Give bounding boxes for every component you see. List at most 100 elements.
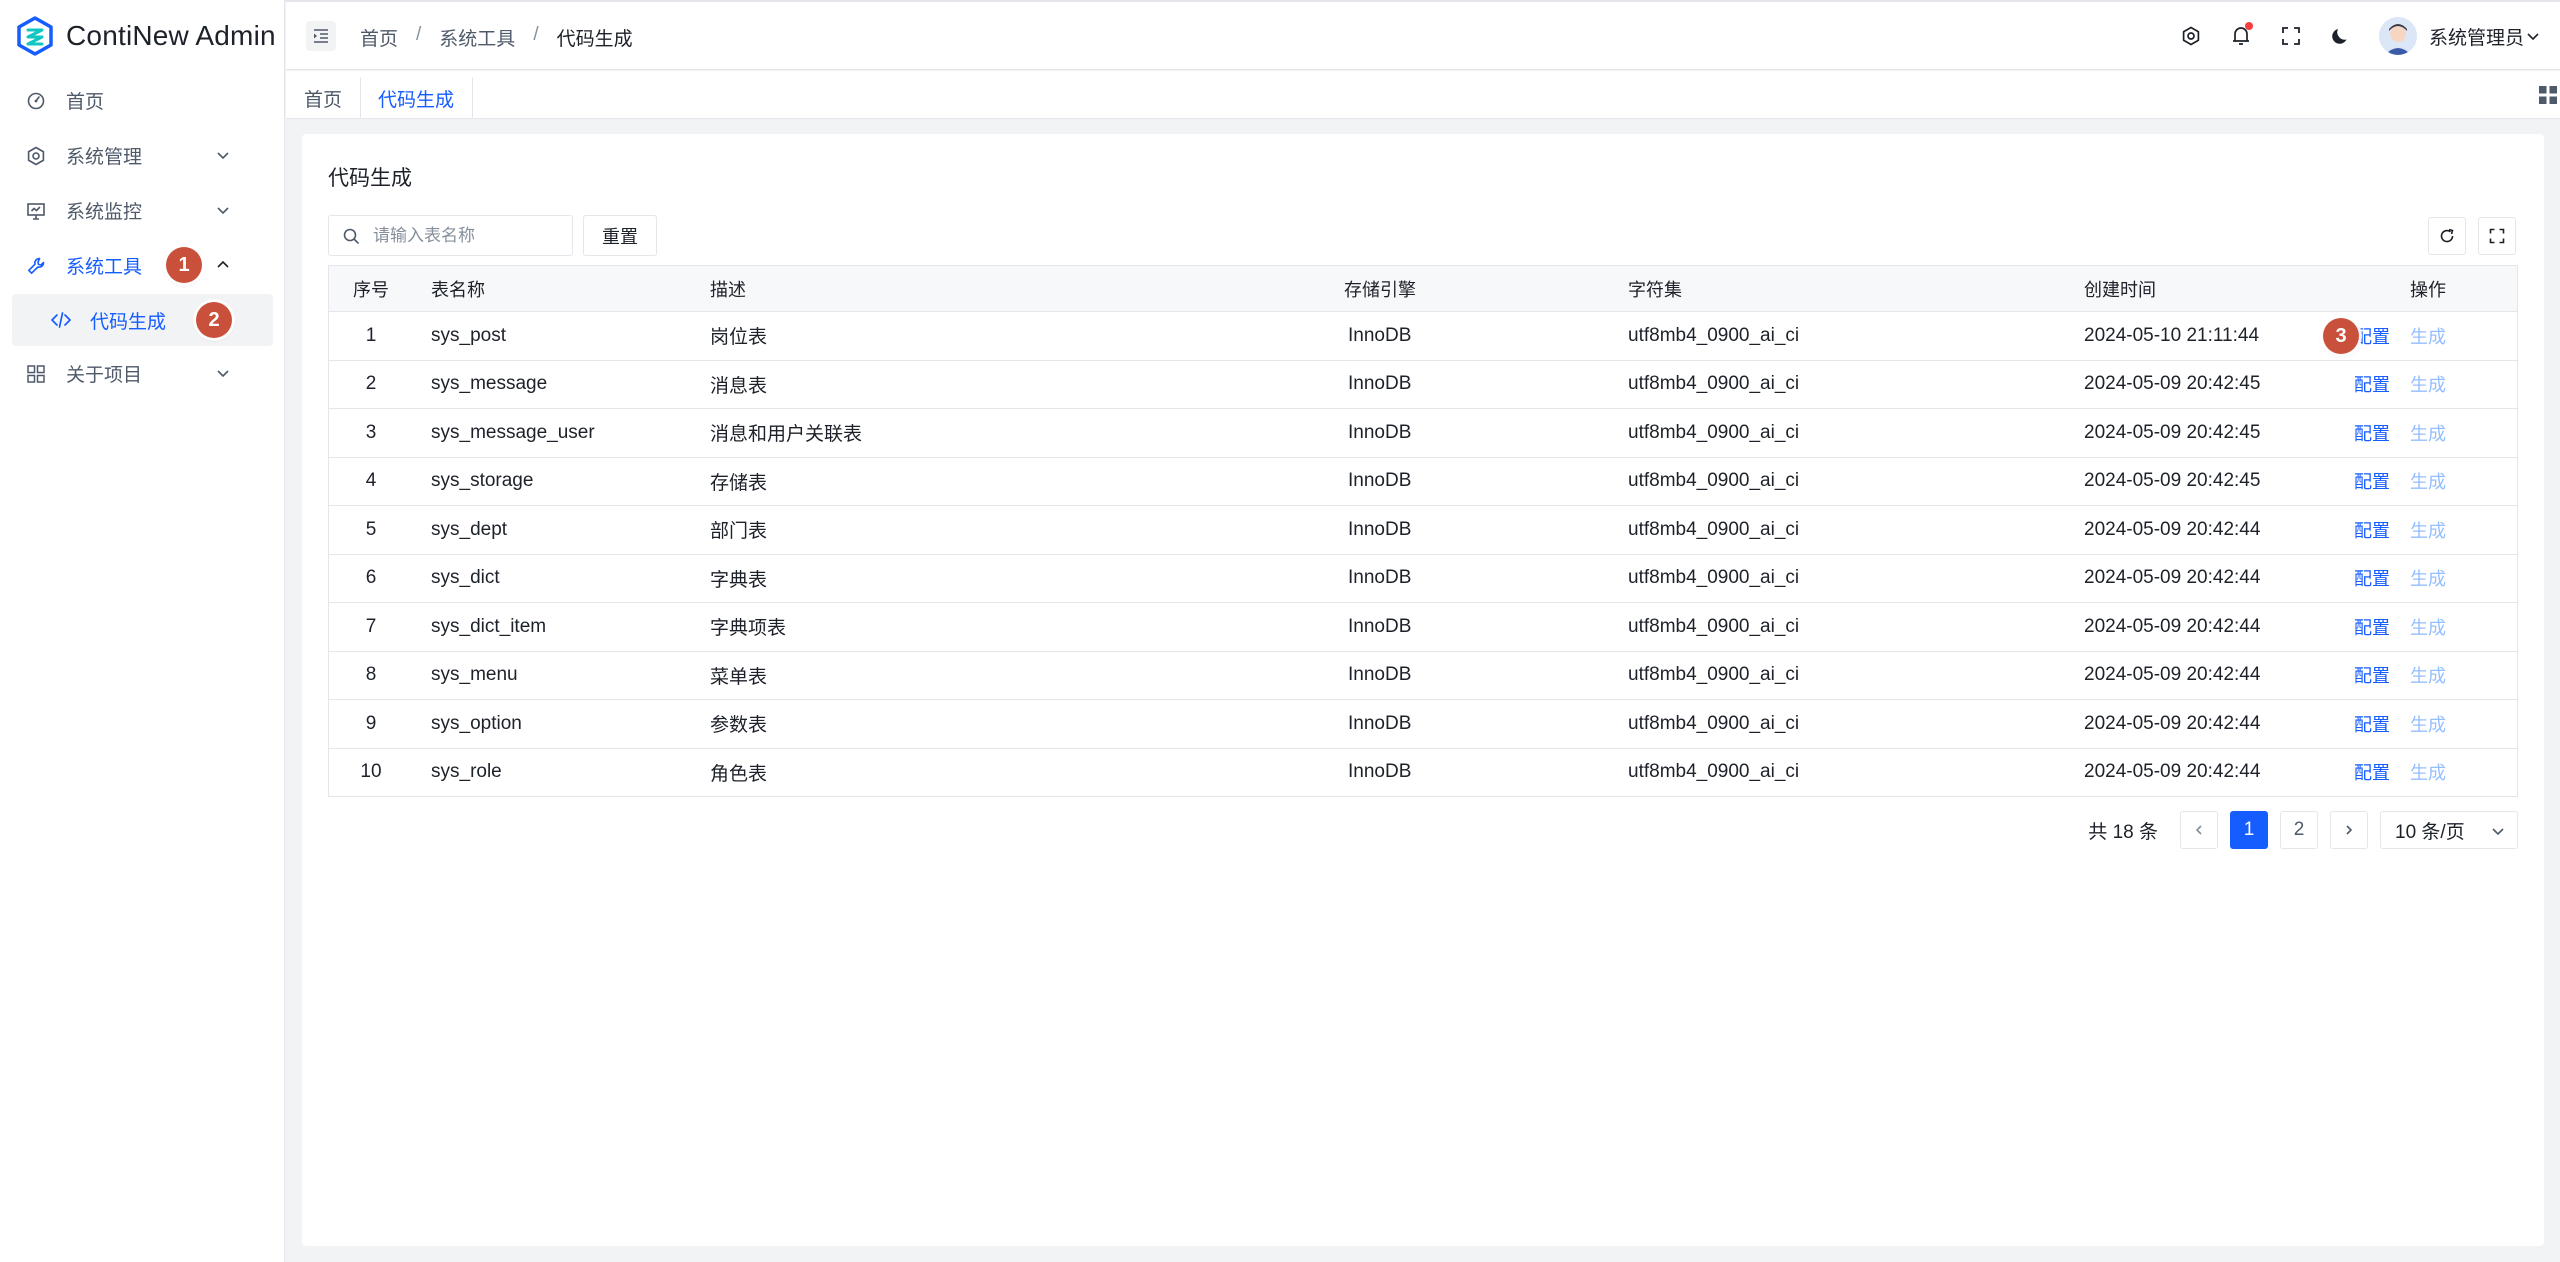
user-name: 系统管理员 [2428, 27, 2524, 49]
refresh-button[interactable] [2428, 217, 2466, 255]
menu-collapse-button[interactable] [306, 21, 336, 51]
cell-table-name: sys_menu [431, 664, 518, 686]
table-row: 1 sys_post 岗位表 InnoDB utf8mb4_0900_ai_ci 2024… [329, 312, 2517, 361]
breadcrumb: 首页 / 系统工具 / 代码生成 [360, 24, 633, 51]
cell-actions: 配置 生成 [2338, 759, 2518, 785]
column-header-engine: 存储引擎 [1344, 279, 1416, 300]
generate-link[interactable]: 生成 [2410, 424, 2446, 444]
search-input[interactable] [373, 225, 553, 246]
cell-engine: InnoDB [1348, 421, 1412, 443]
sidebar-item-about[interactable]: 关于项目 [0, 346, 285, 401]
cell-charset: utf8mb4_0900_ai_ci [1628, 373, 1800, 395]
cell-table-name: sys_message_user [431, 421, 595, 443]
generate-link[interactable]: 生成 [2410, 472, 2446, 492]
settings-button[interactable] [2179, 24, 2203, 48]
fullscreen-icon [2489, 228, 2505, 244]
notification-button[interactable] [2229, 22, 2253, 48]
generate-link[interactable]: 生成 [2410, 666, 2446, 686]
config-link[interactable]: 配置 [2354, 327, 2390, 347]
tab-home[interactable]: 首页 [286, 77, 362, 119]
cell-charset: utf8mb4_0900_ai_ci [1628, 518, 1800, 540]
user-menu[interactable]: 系统管理员 [2378, 17, 2540, 55]
cell-engine: InnoDB [1348, 470, 1412, 492]
generate-link[interactable]: 生成 [2410, 763, 2446, 783]
pagination: 共 18 条 1 2 10 条/页 [2088, 810, 2518, 850]
sidebar-item-system-management[interactable]: 系统管理 [0, 128, 285, 183]
reset-button[interactable]: 重置 [583, 215, 657, 256]
cell-actions: 配置 生成 [2338, 371, 2518, 397]
search-field[interactable] [328, 215, 573, 256]
app-title: ContiNew Admin [66, 20, 276, 51]
cell-table-name: sys_role [431, 761, 502, 783]
pagination-prev-button[interactable] [2180, 811, 2218, 849]
generate-link[interactable]: 生成 [2410, 327, 2446, 347]
pagination-next-button[interactable] [2330, 811, 2368, 849]
cell-charset: utf8mb4_0900_ai_ci [1628, 567, 1800, 589]
column-header-charset: 字符集 [1628, 279, 1682, 300]
chevron-down-icon [2492, 828, 2504, 836]
sidebar-item-system-monitor[interactable]: 系统监控 [0, 183, 285, 238]
generate-link[interactable]: 生成 [2410, 618, 2446, 638]
breadcrumb-home[interactable]: 首页 [360, 24, 398, 51]
cell-description: 字典项表 [710, 618, 787, 640]
table-fullscreen-button[interactable] [2478, 217, 2516, 255]
sidebar-item-label: 关于项目 [66, 365, 143, 386]
cell-description: 参数表 [710, 715, 768, 737]
chevron-down-icon [217, 207, 229, 215]
table-row: 8 sys_menu 菜单表 InnoDB utf8mb4_0900_ai_ci 2024… [329, 652, 2517, 700]
table-row: 4 sys_storage 存储表 InnoDB utf8mb4_0900_ai_ci 2… [329, 458, 2517, 506]
sidebar-item-system-tools[interactable]: 系统工具 1 [0, 238, 285, 293]
cell-created-time: 2024-05-09 20:42:44 [2084, 664, 2261, 686]
theme-toggle-button[interactable] [2329, 24, 2353, 48]
sidebar-item-code-generation[interactable]: 代码生成 2 [12, 294, 273, 346]
generate-link[interactable]: 生成 [2410, 569, 2446, 589]
cell-engine: InnoDB [1348, 615, 1412, 637]
wrench-icon [26, 256, 46, 276]
config-link[interactable]: 配置 [2354, 472, 2390, 492]
cell-table-name: sys_dept [431, 518, 508, 540]
column-header-actions: 操作 [2410, 279, 2446, 300]
sidebar-item-home[interactable]: 首页 [0, 73, 285, 128]
config-link[interactable]: 配置 [2354, 666, 2390, 686]
cell-engine: InnoDB [1348, 664, 1412, 686]
generate-link[interactable]: 生成 [2410, 715, 2446, 735]
pagination-page-2[interactable]: 2 [2280, 811, 2318, 849]
table-row: 2 sys_message 消息表 InnoDB utf8mb4_0900_ai_ci 2… [329, 361, 2518, 409]
sidebar-menu: 首页 系统管理 系统监控 系统工具 1 代码生成 2 关于项目 [0, 73, 285, 401]
pagination-page-1[interactable]: 1 [2230, 811, 2268, 849]
breadcrumb-system-tools[interactable]: 系统工具 [439, 24, 515, 51]
config-link[interactable]: 配置 [2354, 618, 2390, 638]
cell-charset: utf8mb4_0900_ai_ci [1628, 470, 1800, 492]
generate-link[interactable]: 生成 [2410, 521, 2446, 541]
breadcrumb-separator: / [416, 24, 422, 45]
cell-description: 消息和用户关联表 [710, 424, 863, 446]
gear-icon [26, 146, 46, 166]
config-link[interactable]: 配置 [2354, 521, 2390, 541]
page-size-select[interactable]: 10 条/页 [2380, 811, 2518, 849]
column-header-index: 序号 [353, 279, 389, 300]
cell-created-time: 2024-05-09 20:42:44 [2084, 518, 2261, 540]
app-logo[interactable]: ContiNew Admin [16, 16, 276, 56]
tab-code-generation[interactable]: 代码生成 [360, 77, 474, 119]
dashboard-icon [26, 91, 46, 111]
cell-created-time: 2024-05-09 20:42:44 [2084, 615, 2261, 637]
config-link[interactable]: 配置 [2354, 569, 2390, 589]
annotation-badge-2: 2 [196, 302, 232, 338]
sidebar-item-label: 系统工具 [66, 257, 143, 278]
cell-engine: InnoDB [1348, 567, 1412, 589]
cell-created-time: 2024-05-09 20:42:45 [2084, 470, 2261, 492]
config-link[interactable]: 配置 [2354, 763, 2390, 783]
fullscreen-button[interactable] [2279, 24, 2303, 48]
generate-link[interactable]: 生成 [2410, 375, 2446, 395]
tabs-menu-icon[interactable] [2538, 85, 2558, 105]
cell-actions: 配置 生成 [2338, 565, 2518, 591]
config-link[interactable]: 配置 [2354, 375, 2390, 395]
page-title: 代码生成 [328, 167, 412, 190]
cell-charset: utf8mb4_0900_ai_ci [1628, 664, 1800, 686]
sidebar: ContiNew Admin 首页 系统管理 系统监控 系统工具 1 代码生成 … [0, 0, 285, 1262]
notification-dot [2244, 22, 2253, 30]
cell-engine: InnoDB [1348, 712, 1412, 734]
config-link[interactable]: 配置 [2354, 424, 2390, 444]
cell-created-time: 2024-05-09 20:42:45 [2084, 373, 2261, 395]
config-link[interactable]: 配置 [2354, 715, 2390, 735]
